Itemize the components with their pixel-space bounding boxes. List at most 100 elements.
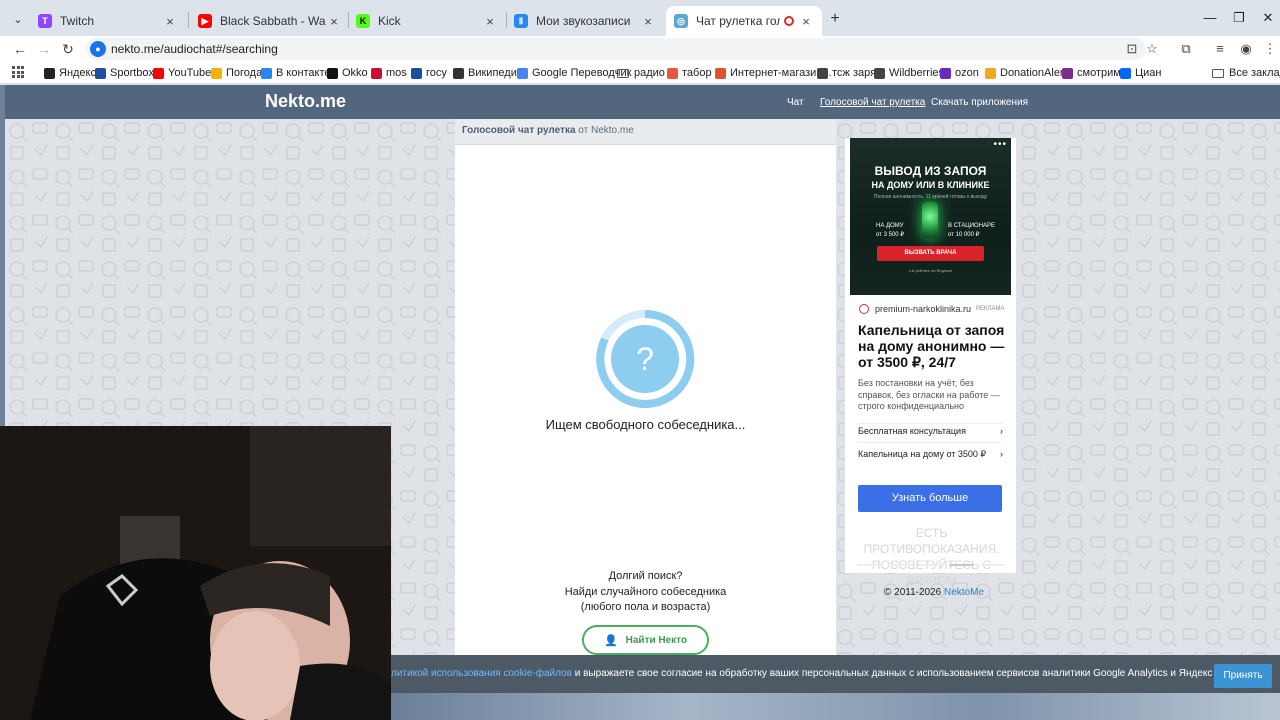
- tab-nekto[interactable]: ◎ Чат рулетка голосовая — ×: [666, 6, 822, 36]
- bookmark-favicon-icon: [153, 67, 164, 79]
- chat-panel: Голосовой чат рулетка от Nekto.me ? Ищем…: [455, 119, 836, 659]
- profile-avatar[interactable]: ◉: [1236, 39, 1256, 59]
- media-control-icon[interactable]: ≡: [1210, 39, 1230, 59]
- cookie-banner: литикой использования cookie-файлов и вы…: [391, 655, 1280, 693]
- bookmark-favicon-icon: [44, 67, 55, 79]
- menu-kebab-icon[interactable]: ⋮: [1260, 39, 1280, 59]
- close-icon[interactable]: ×: [798, 14, 814, 29]
- twitch-icon: T: [38, 14, 52, 28]
- bookmark-favicon-icon: [667, 67, 678, 79]
- bookmark-item[interactable]: mos: [371, 66, 407, 80]
- ad-description: Без постановки на учёт, без справок, без…: [858, 378, 1000, 411]
- bookmark-item[interactable]: смотрим: [1062, 66, 1121, 80]
- ad-warning: ЕСТЬ ПРОТИВОПОКАЗАНИЯ. ПОСОВЕТУЙТЕСЬ С В…: [863, 526, 1000, 588]
- toolbar: ← → ↻ ● nekto.me/audiochat#/searching ⊡ …: [0, 36, 1280, 62]
- bookmark-item[interactable]: Интернет-магазин...: [715, 66, 832, 80]
- back-icon[interactable]: ←: [10, 39, 30, 59]
- bookmark-favicon-icon: [371, 67, 382, 79]
- tab-search-button[interactable]: ⌄: [6, 9, 30, 29]
- searching-status: Ищем свободного собеседника...: [545, 417, 746, 432]
- nav-voice-chat[interactable]: Голосовой чат рулетка: [820, 97, 925, 108]
- bookmark-item[interactable]: YouTube: [153, 66, 211, 80]
- bookmark-item[interactable]: DonationAlerts: [985, 66, 1072, 80]
- apps-grid-icon[interactable]: [12, 66, 24, 78]
- nav-download-apps[interactable]: Скачать приложения: [931, 97, 1028, 108]
- bookmark-item[interactable]: табор: [667, 66, 712, 80]
- folder-icon: [1212, 68, 1224, 78]
- cookie-text: литикой использования cookie-файлов и вы…: [391, 668, 1258, 679]
- accept-cookies-button[interactable]: Принять: [1214, 664, 1272, 688]
- bookmark-favicon-icon: [1120, 67, 1131, 79]
- ad-learn-more-button[interactable]: Узнать больше: [858, 485, 1002, 512]
- minimize-button[interactable]: —: [1195, 8, 1225, 28]
- copyright: © 2011-2026 NektoMe: [884, 587, 985, 598]
- question-icon: ?: [636, 341, 654, 377]
- close-icon[interactable]: ×: [640, 14, 656, 29]
- chevron-right-icon: ›: [1000, 426, 1003, 436]
- ad-bottle-image: [922, 202, 938, 238]
- find-nekto-button[interactable]: 👤 Найти Некто: [582, 625, 709, 655]
- maximize-button[interactable]: ❐: [1224, 8, 1254, 28]
- tab-twitch[interactable]: T Twitch ×: [30, 6, 186, 36]
- bookmark-item[interactable]: Sportbox: [95, 66, 154, 80]
- forward-icon[interactable]: →: [34, 39, 54, 59]
- bookmark-item[interactable]: тсж заря: [817, 66, 876, 80]
- webcam-overlay: [0, 426, 391, 720]
- more-icon[interactable]: •••: [993, 139, 1007, 150]
- tab-kick[interactable]: K Kick ×: [348, 6, 506, 36]
- bookmark-favicon-icon: [327, 67, 338, 79]
- install-app-icon[interactable]: ⊡: [1122, 39, 1142, 59]
- bookmark-item[interactable]: Okko: [327, 66, 368, 80]
- ad-link-drip[interactable]: Капельница на дому от 3500 ₽ ›: [858, 449, 1003, 460]
- advertisement: ••• ВЫВОД ИЗ ЗАПОЯ НА ДОМУ ИЛИ В КЛИНИКЕ…: [845, 138, 1016, 588]
- bookmark-item[interactable]: Яндекс: [44, 66, 96, 80]
- folder-icon: [617, 68, 629, 78]
- bookmark-item[interactable]: Wildberries: [874, 66, 944, 80]
- bookmark-favicon-icon: [453, 67, 464, 79]
- bookmark-item[interactable]: радио: [617, 66, 665, 80]
- bookmark-favicon-icon: [874, 67, 885, 79]
- bookmark-item[interactable]: Википедия: [453, 66, 523, 80]
- tab-strip: ⌄ T Twitch × ▶ Black Sabbath - War Pigs …: [0, 0, 1280, 36]
- bookmark-favicon-icon: [715, 67, 726, 79]
- all-bookmarks[interactable]: Все закладки: [1212, 66, 1280, 80]
- bookmark-item[interactable]: Погода: [211, 66, 262, 80]
- bookmark-star-icon[interactable]: ☆: [1142, 39, 1162, 59]
- bookmark-favicon-icon: [261, 67, 272, 79]
- ad-carousel-dots[interactable]: [857, 564, 1004, 566]
- close-icon[interactable]: ×: [482, 14, 498, 29]
- close-window-button[interactable]: ✕: [1253, 8, 1280, 28]
- long-search-hint: Долгий поиск? Найди случайного собеседни…: [564, 570, 727, 613]
- bookmark-favicon-icon: [211, 67, 222, 79]
- reload-icon[interactable]: ↻: [58, 39, 78, 59]
- bookmark-favicon-icon: [95, 67, 106, 79]
- bookmark-item[interactable]: Google Переводчик: [517, 66, 632, 80]
- close-icon[interactable]: ×: [326, 14, 342, 29]
- bookmark-item[interactable]: госу: [411, 66, 447, 80]
- tab-youtube[interactable]: ▶ Black Sabbath - War Pigs - You ×: [190, 6, 350, 36]
- bookmark-item[interactable]: Циан: [1120, 66, 1161, 80]
- ad-banner[interactable]: ••• ВЫВОД ИЗ ЗАПОЯ НА ДОМУ ИЛИ В КЛИНИКЕ…: [850, 138, 1011, 295]
- tab-audio[interactable]: Ⅱ Мои звукозаписи ×: [506, 6, 664, 36]
- new-tab-button[interactable]: +: [826, 10, 844, 28]
- bookmark-favicon-icon: [940, 67, 951, 79]
- bookmark-item[interactable]: ozon: [940, 66, 979, 80]
- nekto-icon: ◎: [674, 14, 688, 28]
- address-bar[interactable]: ● nekto.me/audiochat#/searching: [86, 38, 1146, 60]
- chat-panel-header: Голосовой чат рулетка от Nekto.me: [455, 119, 836, 145]
- cookie-policy-link[interactable]: литикой использования cookie-файлов: [391, 668, 572, 679]
- url-text[interactable]: nekto.me/audiochat#/searching: [111, 42, 278, 56]
- bookmark-favicon-icon: [817, 67, 828, 79]
- ad-link-consultation[interactable]: Бесплатная консультация ›: [858, 426, 1003, 436]
- mic-icon[interactable]: ●: [90, 41, 106, 57]
- footer-brand-link[interactable]: NektoMe: [944, 587, 984, 598]
- ad-domain[interactable]: premium-narkoklinika.ru РЕКЛАМА: [859, 304, 1004, 314]
- extensions-icon[interactable]: ⧉: [1176, 39, 1196, 59]
- ad-title[interactable]: Капельница от запоя на дому анонимно — о…: [858, 322, 1008, 370]
- site-logo[interactable]: Nekto.me: [265, 91, 346, 112]
- nav-chat[interactable]: Чат: [787, 97, 804, 108]
- close-icon[interactable]: ×: [162, 14, 178, 29]
- desktop-wallpaper: [391, 693, 1280, 720]
- ad-favicon: [859, 304, 869, 314]
- bookmark-item[interactable]: В контакте: [261, 66, 331, 80]
